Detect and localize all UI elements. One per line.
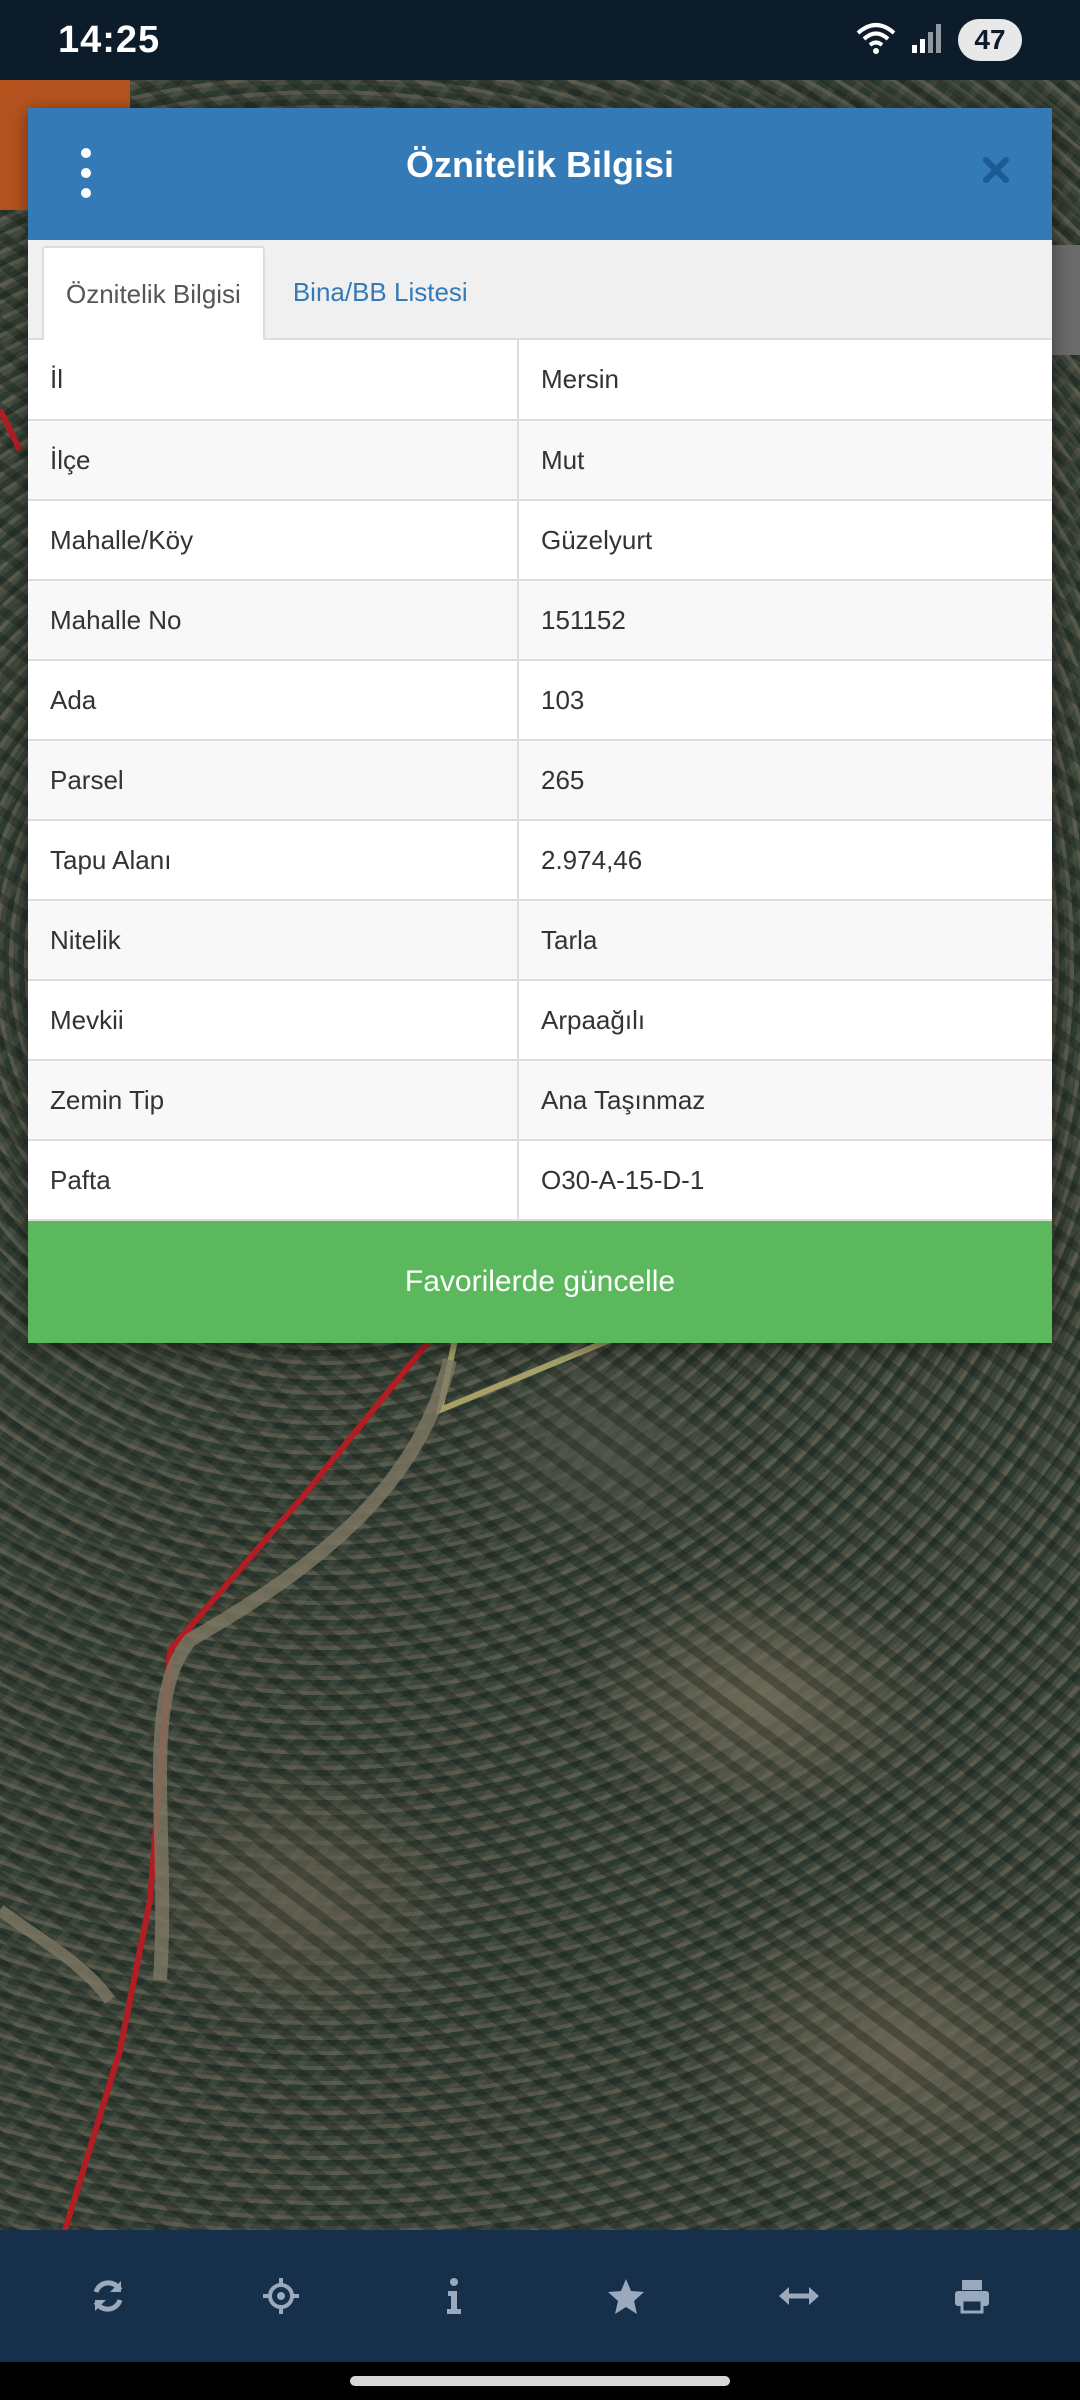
row-value: O30-A-15-D-1 <box>517 1139 1052 1221</box>
dirt-road <box>153 1358 457 1981</box>
dirt-road <box>0 1905 115 2004</box>
row-label: Tapu Alanı <box>28 819 519 901</box>
attribute-table: İl Mersin İlçe Mut Mahalle/Köy Güzelyurt… <box>28 340 1052 1221</box>
row-value: Güzelyurt <box>517 499 1052 581</box>
signal-icon <box>910 21 944 60</box>
print-icon[interactable] <box>912 2246 1032 2346</box>
table-row: Tapu Alanı 2.974,46 <box>28 819 1052 901</box>
row-value: 151152 <box>517 579 1052 661</box>
row-value: Arpaağılı <box>517 979 1052 1061</box>
status-icons: 47 <box>856 19 1022 61</box>
row-label: Ada <box>28 659 519 741</box>
status-bar: 14:25 47 <box>0 0 1080 80</box>
measure-icon[interactable] <box>739 2246 859 2346</box>
row-label: Mahalle No <box>28 579 519 661</box>
modal-header: Öznitelik Bilgisi <box>28 108 1052 240</box>
home-indicator[interactable] <box>350 2376 730 2386</box>
modal-tabs: Öznitelik Bilgisi Bina/BB Listesi <box>28 240 1052 340</box>
row-label: Mevkii <box>28 979 519 1061</box>
table-row: Nitelik Tarla <box>28 899 1052 981</box>
update-favorites-button[interactable]: Favorilerde güncelle <box>28 1221 1052 1343</box>
table-row: Parsel 265 <box>28 739 1052 821</box>
refresh-icon[interactable] <box>48 2246 168 2346</box>
info-icon[interactable] <box>394 2246 514 2346</box>
table-row: İl Mersin <box>28 340 1052 421</box>
row-label: İlçe <box>28 419 519 501</box>
row-label: Parsel <box>28 739 519 821</box>
row-value: 103 <box>517 659 1052 741</box>
row-value: Mut <box>517 419 1052 501</box>
modal-title: Öznitelik Bilgisi <box>405 144 675 185</box>
row-value: 265 <box>517 739 1052 821</box>
table-row: Mahalle/Köy Güzelyurt <box>28 499 1052 581</box>
row-label: İl <box>28 340 519 421</box>
parcel-boundary-line <box>0 408 23 452</box>
parcel-outline <box>435 1337 612 1415</box>
tab-building-list[interactable]: Bina/BB Listesi <box>271 246 490 338</box>
row-value: Mersin <box>517 340 1052 421</box>
table-row: Mevkii Arpaağılı <box>28 979 1052 1061</box>
bottom-toolbar <box>0 2230 1080 2362</box>
attribute-info-modal: Öznitelik Bilgisi Öznitelik Bilgisi Bina… <box>28 108 1052 1343</box>
parcel-boundary-line <box>62 1338 433 2231</box>
star-icon[interactable] <box>566 2246 686 2346</box>
row-label: Mahalle/Köy <box>28 499 519 581</box>
row-label: Pafta <box>28 1139 519 1221</box>
battery-indicator: 47 <box>958 19 1022 61</box>
table-row: Ada 103 <box>28 659 1052 741</box>
locate-icon[interactable] <box>221 2246 341 2346</box>
close-icon[interactable] <box>974 148 1018 192</box>
table-row: İlçe Mut <box>28 419 1052 501</box>
row-label: Zemin Tip <box>28 1059 519 1141</box>
row-value: 2.974,46 <box>517 819 1052 901</box>
tab-attribute-info[interactable]: Öznitelik Bilgisi <box>42 246 265 340</box>
row-label: Nitelik <box>28 899 519 981</box>
table-row: Zemin Tip Ana Taşınmaz <box>28 1059 1052 1141</box>
wifi-icon <box>856 21 896 60</box>
row-value: Tarla <box>517 899 1052 981</box>
row-value: Ana Taşınmaz <box>517 1059 1052 1141</box>
kebab-menu-icon[interactable] <box>74 148 98 198</box>
table-row: Mahalle No 151152 <box>28 579 1052 661</box>
status-time: 14:25 <box>58 18 161 61</box>
table-row: Pafta O30-A-15-D-1 <box>28 1139 1052 1221</box>
